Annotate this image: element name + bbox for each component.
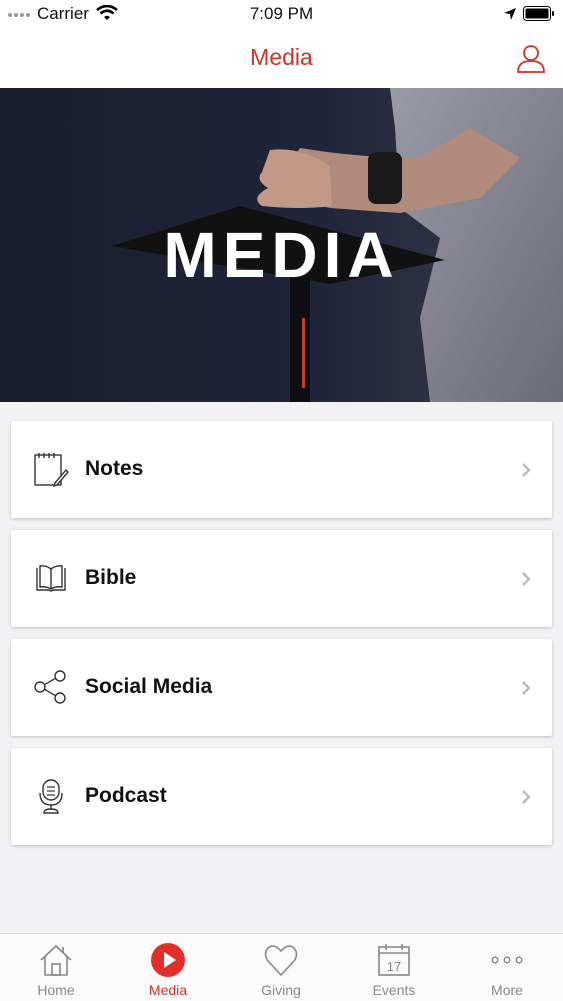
menu-item-label: Bible: [85, 566, 137, 589]
status-bar: Carrier 7:09 PM: [0, 0, 563, 28]
menu-item-label: Social Media: [85, 675, 213, 698]
calendar-day: 17: [387, 959, 401, 974]
chevron-right-icon: [521, 680, 531, 701]
tab-label: Events: [372, 982, 416, 998]
tab-giving[interactable]: Giving: [225, 934, 337, 1001]
tab-bar: Home Media Giving 17 Events More: [0, 933, 563, 1001]
chevron-right-icon: [521, 571, 531, 592]
microphone-icon: [33, 778, 69, 814]
page-title: Media: [250, 44, 313, 70]
tab-events[interactable]: 17 Events: [338, 934, 450, 1001]
chevron-right-icon: [521, 462, 531, 483]
play-icon: [150, 942, 186, 978]
location-arrow-icon: [503, 6, 517, 26]
nav-bar: Media: [0, 28, 563, 88]
hero-banner: MEDIA: [0, 88, 563, 402]
clock-time: 7:09 PM: [249, 4, 314, 23]
menu-item-social-media[interactable]: Social Media: [11, 639, 552, 736]
tab-label: Giving: [261, 982, 301, 998]
notes-icon: [33, 451, 69, 488]
profile-icon[interactable]: [516, 43, 546, 78]
share-icon: [33, 669, 69, 705]
menu-item-bible[interactable]: Bible: [11, 530, 552, 627]
tab-media[interactable]: Media: [112, 934, 224, 1001]
tab-label: Home: [37, 982, 75, 998]
menu-item-label: Podcast: [85, 784, 167, 807]
calendar-icon: 17: [376, 942, 412, 978]
home-icon: [38, 942, 74, 978]
battery-icon: [523, 6, 555, 26]
tab-label: More: [491, 982, 523, 998]
menu-item-podcast[interactable]: Podcast: [11, 748, 552, 845]
menu-item-notes[interactable]: Notes: [11, 421, 552, 518]
bible-icon: [33, 560, 69, 596]
chevron-right-icon: [521, 789, 531, 810]
tab-label: Media: [148, 982, 188, 998]
more-icon: [489, 942, 525, 978]
hero-title: MEDIA: [163, 219, 400, 291]
tab-more[interactable]: More: [451, 934, 563, 1001]
menu-item-label: Notes: [85, 457, 144, 480]
heart-icon: [263, 942, 299, 978]
tab-home[interactable]: Home: [0, 934, 112, 1001]
media-menu-list: Notes Bible Social Media Podcast: [11, 421, 552, 857]
